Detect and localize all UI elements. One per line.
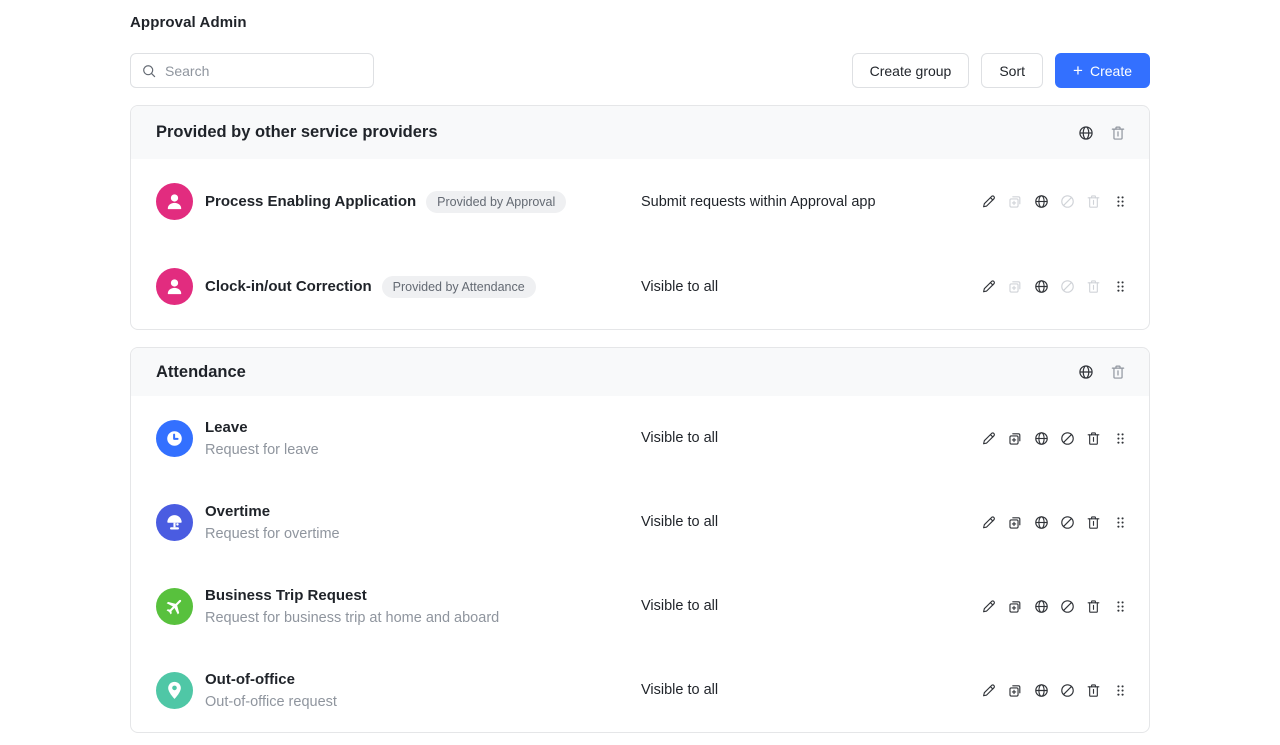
- create-button-label: Create: [1090, 63, 1132, 79]
- create-button[interactable]: + Create: [1055, 53, 1150, 88]
- item-subtitle: Request for leave: [205, 442, 319, 458]
- visibility-globe-icon[interactable]: [1033, 278, 1050, 295]
- group-visibility-globe-icon[interactable]: [1077, 363, 1095, 381]
- list-item-overtime: Overtime Request for overtime Visible to…: [131, 480, 1149, 564]
- drag-handle-icon[interactable]: [1113, 515, 1128, 530]
- duplicate-plus-icon: [1007, 193, 1024, 210]
- group-card-attendance: Attendance Leave Request for leave Visib…: [130, 347, 1150, 733]
- group-card-providers: Provided by other service providers Proc…: [130, 105, 1150, 330]
- delete-trash-icon[interactable]: [1085, 598, 1102, 615]
- item-description: Visible to all: [641, 598, 981, 614]
- person-icon: [156, 268, 193, 305]
- person-icon: [156, 183, 193, 220]
- delete-trash-icon: [1085, 278, 1102, 295]
- edit-pencil-icon[interactable]: [981, 278, 998, 295]
- block-icon[interactable]: [1059, 430, 1076, 447]
- item-subtitle: Request for overtime: [205, 526, 340, 542]
- delete-trash-icon[interactable]: [1085, 430, 1102, 447]
- drag-handle-icon[interactable]: [1113, 279, 1128, 294]
- item-actions: [981, 514, 1128, 531]
- location-pin-icon: [156, 672, 193, 709]
- list-item-out-of-office: Out-of-office Out-of-office request Visi…: [131, 648, 1149, 732]
- page-title: Approval Admin: [130, 14, 1150, 31]
- visibility-globe-icon[interactable]: [1033, 514, 1050, 531]
- person-avatar-glyph: [163, 190, 186, 213]
- visibility-globe-icon[interactable]: [1033, 430, 1050, 447]
- pin-avatar-glyph: [163, 679, 186, 702]
- plus-icon: +: [1073, 62, 1083, 79]
- block-icon: [1059, 193, 1076, 210]
- item-description: Visible to all: [641, 682, 981, 698]
- person-avatar-glyph: [163, 275, 186, 298]
- edit-pencil-icon[interactable]: [981, 430, 998, 447]
- item-description: Visible to all: [641, 279, 981, 295]
- item-title: Overtime: [205, 503, 340, 520]
- block-icon[interactable]: [1059, 682, 1076, 699]
- item-title: Leave: [205, 419, 319, 436]
- duplicate-plus-icon[interactable]: [1007, 430, 1024, 447]
- item-description: Submit requests within Approval app: [641, 194, 981, 210]
- group-title: Provided by other service providers: [156, 123, 1077, 142]
- block-icon: [1059, 278, 1076, 295]
- lamp-avatar-glyph: [163, 511, 186, 534]
- edit-pencil-icon[interactable]: [981, 598, 998, 615]
- block-icon[interactable]: [1059, 598, 1076, 615]
- list-item-business-trip: Business Trip Request Request for busine…: [131, 564, 1149, 648]
- create-group-button[interactable]: Create group: [852, 53, 970, 88]
- item-description: Visible to all: [641, 430, 981, 446]
- duplicate-plus-icon: [1007, 278, 1024, 295]
- drag-handle-icon[interactable]: [1113, 194, 1128, 209]
- drag-handle-icon[interactable]: [1113, 683, 1128, 698]
- block-icon[interactable]: [1059, 514, 1076, 531]
- drag-handle-icon[interactable]: [1113, 599, 1128, 614]
- item-description: Visible to all: [641, 514, 981, 530]
- delete-trash-icon[interactable]: [1085, 514, 1102, 531]
- item-actions: [981, 682, 1128, 699]
- search-box[interactable]: [130, 53, 374, 88]
- plane-icon: [156, 588, 193, 625]
- plane-avatar-glyph: [163, 595, 186, 618]
- duplicate-plus-icon[interactable]: [1007, 514, 1024, 531]
- clock-avatar-glyph: [163, 427, 186, 450]
- item-actions: [981, 193, 1128, 210]
- item-actions: [981, 430, 1128, 447]
- item-subtitle: Request for business trip at home and ab…: [205, 610, 499, 626]
- group-delete-trash-icon[interactable]: [1109, 363, 1127, 381]
- provider-badge: Provided by Attendance: [382, 276, 536, 298]
- group-header: Attendance: [131, 348, 1149, 396]
- main-content: Approval Admin Create group Sort + Creat…: [130, 0, 1150, 733]
- sort-button[interactable]: Sort: [981, 53, 1043, 88]
- group-header: Provided by other service providers: [131, 106, 1149, 159]
- item-actions: [981, 278, 1128, 295]
- edit-pencil-icon[interactable]: [981, 682, 998, 699]
- provider-badge: Provided by Approval: [426, 191, 566, 213]
- list-item-clock-correction: Clock-in/out Correction Provided by Atte…: [131, 244, 1149, 329]
- clock-icon: [156, 420, 193, 457]
- search-input[interactable]: [165, 63, 363, 79]
- group-title: Attendance: [156, 363, 1077, 382]
- duplicate-plus-icon[interactable]: [1007, 682, 1024, 699]
- lamp-icon: [156, 504, 193, 541]
- visibility-globe-icon[interactable]: [1033, 193, 1050, 210]
- toolbar: Create group Sort + Create: [130, 53, 1150, 88]
- group-delete-trash-icon[interactable]: [1109, 124, 1127, 142]
- delete-trash-icon: [1085, 193, 1102, 210]
- visibility-globe-icon[interactable]: [1033, 682, 1050, 699]
- edit-pencil-icon[interactable]: [981, 193, 998, 210]
- duplicate-plus-icon[interactable]: [1007, 598, 1024, 615]
- search-icon: [141, 63, 157, 79]
- list-item-process-enabling: Process Enabling Application Provided by…: [131, 159, 1149, 244]
- item-subtitle: Out-of-office request: [205, 694, 337, 710]
- item-title: Clock-in/out Correction: [205, 278, 372, 295]
- item-actions: [981, 598, 1128, 615]
- list-item-leave: Leave Request for leave Visible to all: [131, 396, 1149, 480]
- group-visibility-globe-icon[interactable]: [1077, 124, 1095, 142]
- edit-pencil-icon[interactable]: [981, 514, 998, 531]
- item-title: Out-of-office: [205, 671, 337, 688]
- item-title: Process Enabling Application: [205, 193, 416, 210]
- delete-trash-icon[interactable]: [1085, 682, 1102, 699]
- visibility-globe-icon[interactable]: [1033, 598, 1050, 615]
- item-title: Business Trip Request: [205, 587, 499, 604]
- drag-handle-icon[interactable]: [1113, 431, 1128, 446]
